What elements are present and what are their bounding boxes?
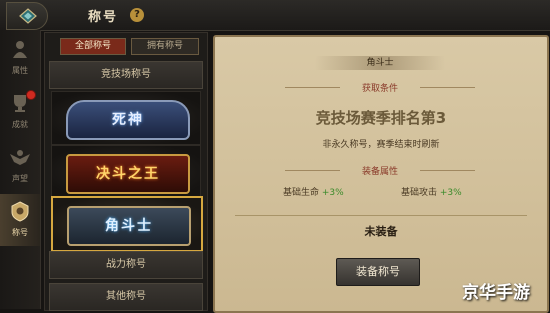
- title-badge: 角斗士: [67, 206, 191, 246]
- combat-titles-header[interactable]: 战力称号: [49, 251, 203, 279]
- attribute-attack: 基础攻击 +3%: [401, 185, 462, 198]
- attribute-name: 基础生命: [283, 188, 320, 198]
- help-icon[interactable]: ?: [130, 8, 144, 22]
- attribute-section-label: 装备属性: [285, 164, 475, 177]
- back-icon: [19, 8, 37, 24]
- notification-badge: [26, 90, 36, 100]
- condition-note: 非永久称号，赛季结束时刷新: [322, 140, 440, 150]
- other-titles-header[interactable]: 其他称号: [49, 283, 203, 311]
- back-button[interactable]: [6, 2, 48, 30]
- title-badge: 决斗之王: [66, 154, 190, 194]
- sidebar: 属性 成就 声望 称号: [0, 30, 41, 309]
- condition-section-label: 获取条件: [285, 81, 475, 94]
- crest-icon: [11, 201, 29, 222]
- divider: [235, 215, 527, 216]
- sidebar-item-achievements[interactable]: 成就: [0, 86, 40, 138]
- title-card-duel-king[interactable]: 决斗之王: [51, 145, 201, 199]
- eagle-icon: [10, 150, 30, 165]
- attribute-hp: 基础生命 +3%: [283, 185, 344, 198]
- sidebar-item-label: 属性: [12, 66, 28, 75]
- watermark-logo: 京华手游: [462, 283, 530, 303]
- sidebar-item-attributes[interactable]: 属性: [0, 32, 40, 84]
- sidebar-item-reputation[interactable]: 声望: [0, 140, 40, 192]
- title-card-reaper[interactable]: 死神: [51, 91, 201, 145]
- sidebar-item-titles[interactable]: 称号: [0, 194, 40, 246]
- warrior-icon: [13, 41, 27, 58]
- title-name: 角斗士: [315, 56, 445, 70]
- equip-status: 未装备: [364, 225, 398, 238]
- title-detail-panel: 角斗士 获取条件 竞技场赛季排名第3 非永久称号，赛季结束时刷新 装备属性 基础…: [213, 35, 549, 313]
- equip-title-button[interactable]: 装备称号: [336, 258, 420, 286]
- attribute-value: +3%: [439, 188, 462, 198]
- sidebar-item-label: 声望: [12, 174, 28, 183]
- attribute-name: 基础攻击: [401, 188, 438, 198]
- title-badge: 死神: [66, 100, 190, 140]
- arena-titles-header[interactable]: 竞技场称号: [49, 61, 203, 89]
- page-title: 称号: [88, 10, 119, 25]
- title-list-panel: 全部称号 拥有称号 竞技场称号 死神 决斗之王 角斗士 战力称号 其他称号: [44, 32, 208, 311]
- attribute-value: +3%: [321, 188, 344, 198]
- sidebar-item-label: 称号: [12, 228, 28, 237]
- top-bar: 称号 ?: [0, 0, 550, 31]
- tab-owned-titles[interactable]: 拥有称号: [131, 38, 199, 55]
- sidebar-item-label: 成就: [12, 120, 28, 129]
- tab-all-titles[interactable]: 全部称号: [60, 38, 126, 55]
- acquire-condition: 竞技场赛季排名第3: [315, 109, 447, 127]
- title-card-gladiator[interactable]: 角斗士: [51, 196, 203, 252]
